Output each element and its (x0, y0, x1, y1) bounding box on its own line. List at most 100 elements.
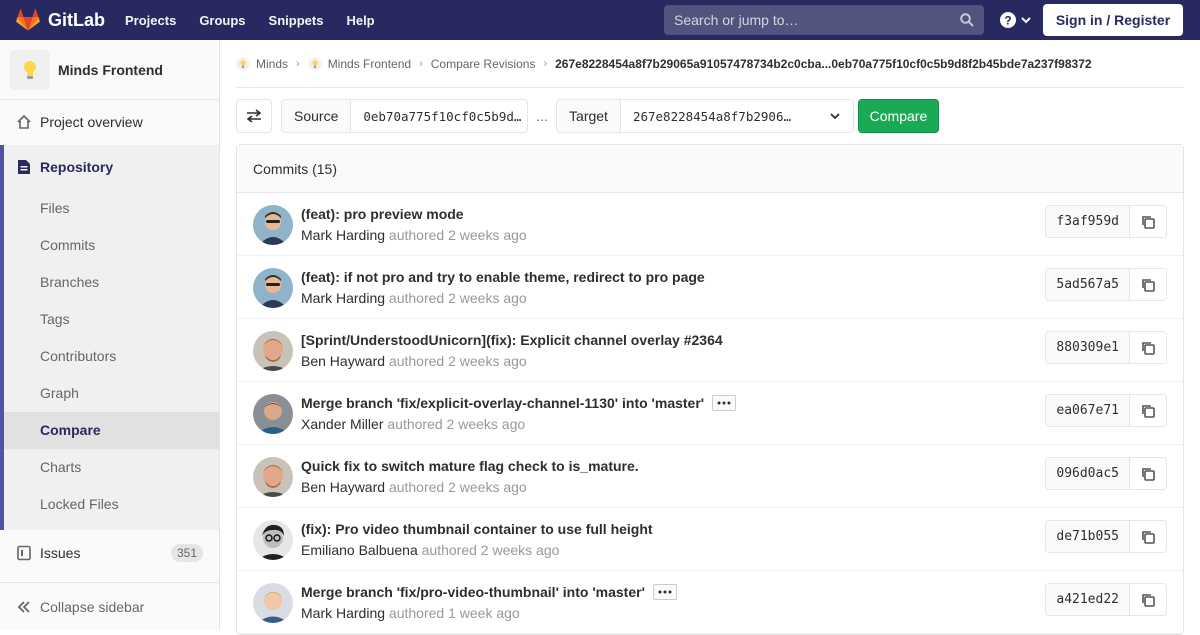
target-label: Target (557, 100, 621, 132)
commit-title-text: (feat): if not pro and try to enable the… (301, 269, 705, 285)
copy-sha-button[interactable] (1130, 206, 1166, 237)
author-avatar[interactable] (253, 268, 293, 308)
author-avatar[interactable] (253, 583, 293, 623)
breadcrumb-compare-revisions[interactable]: Compare Revisions (431, 57, 536, 71)
commit-title-text: Merge branch 'fix/explicit-overlay-chann… (301, 395, 705, 411)
revision-separator: ... (536, 108, 549, 124)
commit-author[interactable]: Emiliano Balbuena (301, 542, 418, 558)
copy-sha-button[interactable] (1130, 395, 1166, 426)
nav-snippets[interactable]: Snippets (269, 13, 324, 28)
target-revision-dropdown[interactable]: 267e8228454a8f7b2906… (620, 100, 853, 132)
sidebar-item-files[interactable]: Files (40, 200, 70, 216)
commit-title[interactable]: [Sprint/UnderstoodUnicorn](fix): Explici… (301, 332, 723, 348)
project-avatar-icon (308, 57, 322, 70)
commit-row: Merge branch 'fix/pro-video-thumbnail' i… (237, 571, 1183, 634)
commit-meta: Xander Miller authored 2 weeks ago (301, 416, 525, 432)
commit-title[interactable]: Merge branch 'fix/pro-video-thumbnail' i… (301, 584, 677, 600)
breadcrumb-minds[interactable]: Minds (236, 57, 288, 71)
commit-author[interactable]: Ben Hayward (301, 353, 385, 369)
expand-description-button[interactable] (712, 395, 737, 411)
author-avatar[interactable] (253, 331, 293, 371)
breadcrumb-minds-frontend[interactable]: Minds Frontend (308, 57, 411, 71)
expand-description-button[interactable] (652, 584, 677, 600)
source-revision-dropdown[interactable]: 0eb70a775f10cf0c5b9d… (351, 100, 528, 132)
commit-meta: Emiliano Balbuena authored 2 weeks ago (301, 542, 559, 558)
commit-title[interactable]: (feat): if not pro and try to enable the… (301, 269, 705, 285)
commit-meta: Ben Hayward authored 2 weeks ago (301, 353, 527, 369)
commit-title-text: [Sprint/UnderstoodUnicorn](fix): Explici… (301, 332, 723, 348)
sidebar-item-tags[interactable]: Tags (40, 311, 70, 327)
sidebar-item-locked-files[interactable]: Locked Files (40, 496, 119, 512)
commit-sha[interactable]: ea067e71 (1046, 395, 1130, 426)
commit-title-text: Quick fix to switch mature flag check to… (301, 458, 639, 474)
compare-button[interactable]: Compare (857, 99, 939, 133)
chevron-down-icon (1021, 17, 1031, 24)
copy-icon (1142, 215, 1155, 229)
commit-sha[interactable]: f3af959d (1046, 206, 1130, 237)
copy-sha-button[interactable] (1130, 521, 1166, 552)
target-revision-value: 267e8228454a8f7b2906… (632, 108, 791, 124)
author-avatar[interactable] (253, 520, 293, 560)
commit-author[interactable]: Mark Harding (301, 290, 385, 306)
nav-help[interactable]: Help (346, 13, 374, 28)
copy-sha-button[interactable] (1130, 332, 1166, 363)
commit-author[interactable]: Xander Miller (301, 416, 383, 432)
search-box (664, 5, 984, 35)
help-dropdown[interactable]: ? (999, 11, 1032, 29)
swap-revisions-button[interactable] (236, 99, 272, 133)
commit-sha-group: f3af959d (1045, 205, 1167, 238)
commit-title[interactable]: (feat): pro preview mode (301, 206, 464, 222)
author-avatar[interactable] (253, 205, 293, 245)
sidebar-item-branches[interactable]: Branches (40, 274, 99, 290)
commit-author[interactable]: Mark Harding (301, 605, 385, 621)
sidebar-item-label: Issues (40, 545, 81, 561)
author-avatar[interactable] (253, 394, 293, 434)
lightbulb-icon (24, 60, 36, 79)
commit-sha[interactable]: 5ad567a5 (1046, 269, 1130, 300)
sidebar-item-charts[interactable]: Charts (40, 459, 81, 475)
commit-author[interactable]: Mark Harding (301, 227, 385, 243)
commit-title[interactable]: Merge branch 'fix/explicit-overlay-chann… (301, 395, 737, 411)
project-header[interactable]: Minds Frontend (0, 40, 219, 100)
commit-sha[interactable]: de71b055 (1046, 521, 1130, 552)
copy-icon (1142, 341, 1155, 355)
sidebar-item-repository[interactable]: Repository (4, 145, 113, 189)
active-item-highlight (4, 412, 219, 449)
chevron-right-icon: › (296, 57, 300, 70)
top-navbar: GitLab Projects Groups Snippets Help ? S… (0, 0, 1200, 40)
commit-sha[interactable]: a421ed22 (1046, 584, 1130, 615)
commit-time: authored 2 weeks ago (388, 353, 527, 369)
gitlab-logo[interactable]: GitLab (16, 9, 105, 31)
sidebar-item-compare[interactable]: Compare (40, 422, 101, 438)
commit-row: (feat): pro preview mode Mark Harding au… (237, 193, 1183, 256)
nav-groups[interactable]: Groups (199, 13, 245, 28)
target-revision-group: Target 267e8228454a8f7b2906… (556, 99, 854, 133)
commit-sha-group: ea067e71 (1045, 394, 1167, 427)
sidebar-item-project-overview[interactable]: Project overview (0, 104, 219, 140)
sidebar-item-issues[interactable]: Issues 351 (0, 535, 219, 571)
main-content: Minds › Minds Frontend › Compare Revisio… (236, 40, 1184, 635)
repository-section: Repository Files Commits Branches Tags C… (0, 145, 219, 530)
breadcrumb-current[interactable]: 267e8228454a8f7b29065a91057478734b2c0cba… (555, 57, 1091, 71)
copy-sha-button[interactable] (1130, 584, 1166, 615)
copy-icon (1142, 278, 1155, 292)
commit-title[interactable]: (fix): Pro video thumbnail container to … (301, 521, 653, 537)
commit-title[interactable]: Quick fix to switch mature flag check to… (301, 458, 639, 474)
sidebar-item-commits[interactable]: Commits (40, 237, 95, 253)
collapse-sidebar-button[interactable]: Collapse sidebar (0, 582, 219, 630)
commit-sha[interactable]: 880309e1 (1046, 332, 1130, 363)
gitlab-tanuki-icon (16, 9, 40, 31)
commit-sha[interactable]: 096d0ac5 (1046, 458, 1130, 489)
ellipsis-icon (658, 590, 672, 594)
author-avatar[interactable] (253, 457, 293, 497)
sign-in-button[interactable]: Sign in / Register (1043, 4, 1183, 36)
commit-author[interactable]: Ben Hayward (301, 479, 385, 495)
sidebar-item-contributors[interactable]: Contributors (40, 348, 116, 364)
search-input[interactable] (674, 12, 944, 28)
chevron-down-icon (830, 113, 840, 120)
copy-icon (1142, 404, 1155, 418)
copy-sha-button[interactable] (1130, 458, 1166, 489)
sidebar-item-graph[interactable]: Graph (40, 385, 79, 401)
nav-projects[interactable]: Projects (125, 13, 176, 28)
copy-sha-button[interactable] (1130, 269, 1166, 300)
